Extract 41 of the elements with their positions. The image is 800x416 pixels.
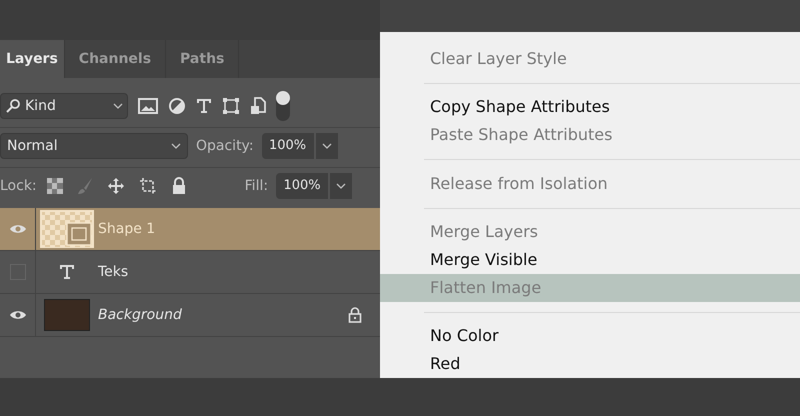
fill-dropdown-button[interactable]	[330, 173, 352, 199]
filter-dropdown[interactable]: Kind	[0, 93, 128, 119]
menu-item[interactable]: Merge Visible	[380, 246, 800, 274]
image-icon[interactable]	[138, 98, 158, 114]
search-icon	[5, 98, 21, 114]
fill-label: Fill:	[244, 176, 268, 196]
menu-item[interactable]: No Color	[380, 322, 800, 350]
transform-icon[interactable]	[222, 97, 240, 115]
chevron-down-icon	[336, 183, 346, 189]
half-circle-icon[interactable]	[168, 97, 186, 115]
move-icon[interactable]	[106, 177, 125, 195]
chevron-down-icon	[113, 103, 123, 109]
opacity-dropdown-button[interactable]	[316, 133, 338, 159]
layer-name: Shape 1	[98, 220, 156, 238]
blend-mode-dropdown[interactable]: Normal	[0, 133, 188, 159]
layer-row[interactable]: Teks	[0, 251, 380, 294]
layer-name: Teks	[98, 262, 128, 282]
type-icon[interactable]	[196, 98, 212, 114]
filter-toggle[interactable]	[276, 91, 290, 121]
menu-item[interactable]: Red	[380, 350, 800, 378]
photo-placeholder	[44, 299, 90, 331]
checkerboard-icon[interactable]	[46, 178, 63, 194]
chevron-down-icon	[322, 143, 332, 149]
panel-tab[interactable]: Paths	[166, 40, 240, 78]
panel-tab[interactable]: Layers	[0, 40, 65, 78]
layer-row[interactable]: Background	[0, 294, 380, 337]
lock-icon[interactable]	[170, 177, 187, 195]
type-icon	[59, 264, 75, 280]
chevron-down-icon	[171, 143, 181, 149]
opacity-field[interactable]: 100%	[262, 133, 314, 159]
crop-icon[interactable]	[138, 177, 157, 195]
layer-name: Background	[98, 306, 182, 324]
shape-thumbnail-icon	[40, 210, 94, 248]
filter-value: Kind	[25, 96, 57, 116]
fill-field[interactable]: 100%	[276, 173, 328, 199]
opacity-label: Opacity:	[196, 136, 254, 156]
menu-item[interactable]: Copy Shape Attributes	[380, 94, 800, 122]
lock-label: Lock:	[0, 176, 37, 196]
smart-object-icon[interactable]	[250, 97, 266, 115]
eye-icon[interactable]	[8, 309, 26, 321]
panel-tab[interactable]: Channels	[64, 40, 166, 78]
